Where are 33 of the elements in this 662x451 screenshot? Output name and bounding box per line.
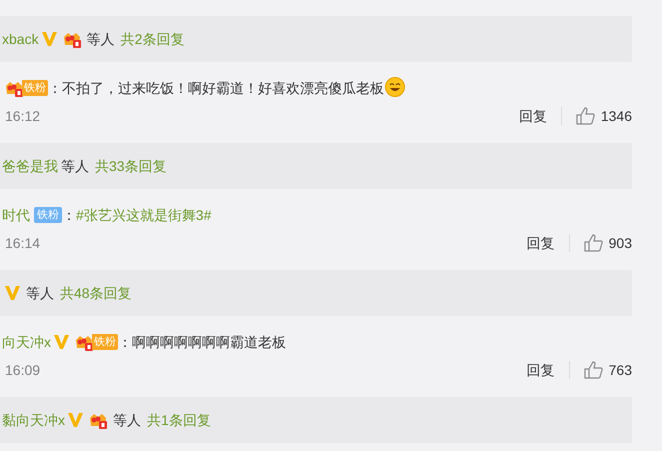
thumbs-up-icon bbox=[576, 107, 595, 125]
reply-count-link[interactable]: 共1条回复 bbox=[147, 410, 211, 430]
comment-text: 不拍了，过来吃饭！啊好霸道！好喜欢漂亮傻瓜老板 bbox=[62, 78, 384, 98]
fan-badge: 铁粉 bbox=[34, 207, 62, 223]
reply-count-link[interactable]: 共48条回复 bbox=[60, 282, 132, 304]
username-link[interactable]: 向天冲x bbox=[2, 332, 51, 352]
comment-text: 啊啊啊啊啊啊啊霸道老板 bbox=[132, 332, 286, 352]
others-label: 等人 bbox=[26, 284, 54, 302]
fan-badge: 铁粉 bbox=[22, 80, 48, 96]
colon-text: ： bbox=[48, 78, 62, 98]
reply-count-link[interactable]: 共33条回复 bbox=[95, 156, 167, 176]
thumbs-up-icon bbox=[584, 234, 603, 252]
like-button[interactable]: 1346 bbox=[576, 106, 632, 126]
reply-button[interactable]: 回复 bbox=[518, 106, 547, 126]
colon-text: ： bbox=[62, 206, 76, 224]
crown-badge-icon bbox=[4, 79, 24, 97]
like-button[interactable]: 903 bbox=[584, 232, 632, 254]
colon-text: ： bbox=[118, 332, 132, 352]
reply-button[interactable]: 回复 bbox=[526, 232, 555, 254]
thumbs-up-icon bbox=[584, 361, 603, 379]
crown-badge-icon bbox=[74, 333, 94, 351]
like-button[interactable]: 763 bbox=[584, 360, 632, 380]
reply-button[interactable]: 回复 bbox=[526, 360, 555, 380]
others-label: 等人 bbox=[86, 30, 115, 48]
reply-count-link[interactable]: 共2条回复 bbox=[120, 28, 184, 50]
comment-time: 16:14 bbox=[4, 234, 40, 252]
comment-time: 16:09 bbox=[4, 360, 40, 380]
comment-time: 16:12 bbox=[4, 106, 40, 126]
others-label: 等人 bbox=[113, 410, 141, 430]
hashtag-link[interactable]: #张艺兴这就是街舞3# bbox=[76, 204, 212, 226]
fan-badge: 铁粉 bbox=[92, 334, 118, 350]
username-link[interactable]: 时代 bbox=[2, 204, 30, 226]
others-label: 等人 bbox=[61, 156, 89, 176]
